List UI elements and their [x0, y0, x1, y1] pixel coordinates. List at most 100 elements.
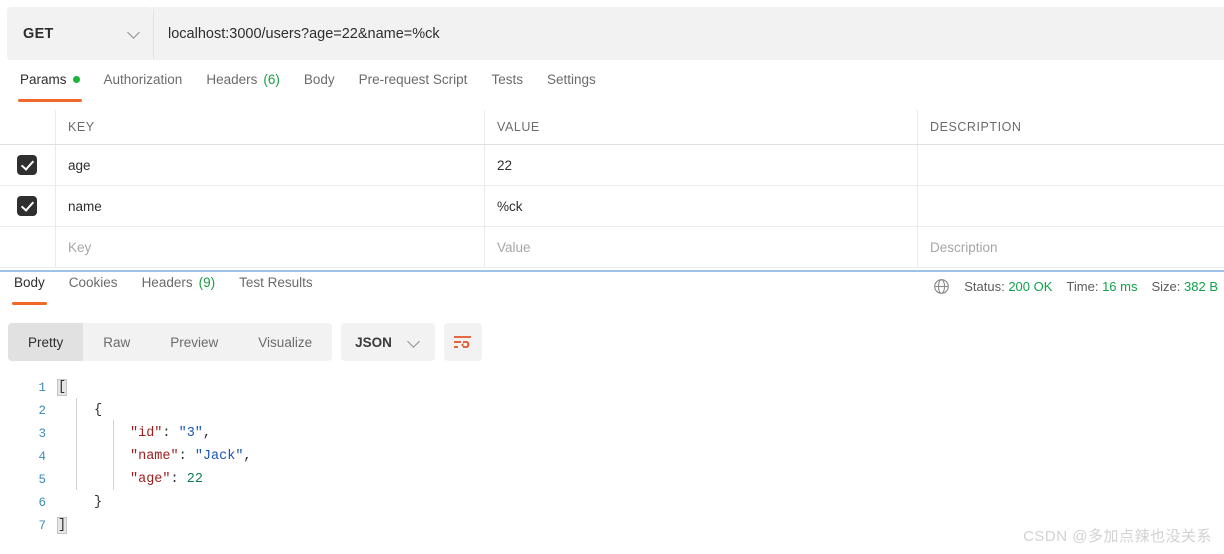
- param-value-cell[interactable]: %ck: [485, 186, 918, 226]
- url-input[interactable]: localhost:3000/users?age=22&name=%ck: [153, 7, 1224, 60]
- word-wrap-button[interactable]: [443, 323, 482, 361]
- line-number: 6: [38, 495, 46, 510]
- code-line: 1[: [0, 376, 1224, 399]
- code-token: ,: [202, 426, 212, 441]
- param-enabled-checkbox[interactable]: [17, 196, 37, 216]
- param-value: %ck: [497, 198, 523, 214]
- request-tab-headers[interactable]: Headers (6): [194, 70, 292, 102]
- language-label: JSON: [355, 334, 392, 350]
- watermark: CSDN @多加点辣也没关系: [1023, 528, 1212, 545]
- param-value: 22: [497, 157, 513, 173]
- format-tab-pretty[interactable]: Pretty: [8, 323, 84, 361]
- tab-label: Tests: [491, 72, 523, 87]
- param-key-placeholder-cell[interactable]: Key: [55, 227, 485, 267]
- code-line: 6}: [0, 491, 1224, 514]
- param-row-empty: Key Value Description: [0, 227, 1224, 268]
- code-token: [: [56, 379, 68, 396]
- code-line: 5 "age": 22: [0, 468, 1224, 491]
- param-key-placeholder: Key: [68, 239, 92, 255]
- line-number: 4: [38, 449, 46, 464]
- code-line: 2{: [0, 399, 1224, 422]
- param-description-cell[interactable]: [918, 145, 1224, 185]
- format-tab-raw[interactable]: Raw: [83, 323, 150, 361]
- time-label: Time: 16 ms: [1066, 279, 1138, 294]
- code-token: ,: [243, 449, 252, 464]
- code-text: [: [56, 379, 68, 396]
- code-token: }: [94, 495, 103, 510]
- param-key-cell[interactable]: name: [55, 186, 485, 226]
- code-text: ]: [56, 517, 68, 534]
- code-token: :: [178, 449, 195, 464]
- request-tab-authorization[interactable]: Authorization: [92, 70, 195, 102]
- modified-dot-icon: [72, 76, 80, 83]
- header-checkbox-cell: [0, 107, 55, 148]
- code-token: "id": [130, 426, 163, 441]
- request-tab-body[interactable]: Body: [292, 70, 347, 102]
- response-tab-body[interactable]: Body: [2, 273, 57, 305]
- tab-label: Body: [303, 72, 335, 87]
- tab-label: Headers: [206, 72, 258, 87]
- param-key-cell[interactable]: age: [55, 145, 485, 185]
- code-token: "name": [130, 449, 179, 464]
- code-token: "3": [178, 426, 203, 441]
- globe-icon: [934, 279, 950, 294]
- format-tab-visualize[interactable]: Visualize: [238, 323, 332, 361]
- line-number: 1: [38, 380, 46, 395]
- format-tab-preview[interactable]: Preview: [150, 323, 238, 361]
- size-label: Size: 382 B: [1151, 279, 1218, 294]
- column-header-key: KEY: [68, 120, 95, 134]
- column-header-value: VALUE: [497, 120, 540, 134]
- param-checkbox-cell: [0, 145, 55, 186]
- code-token: "Jack": [194, 449, 244, 464]
- line-number: 3: [38, 426, 46, 441]
- code-text: "age": 22: [58, 472, 203, 487]
- param-value-cell[interactable]: 22: [485, 145, 918, 185]
- size-value: 382 B: [1184, 279, 1218, 294]
- code-token: :: [162, 426, 179, 441]
- code-text: "name": "Jack",: [58, 449, 252, 464]
- response-tab-test-results[interactable]: Test Results: [227, 273, 325, 305]
- request-tab-pre-request-script[interactable]: Pre-request Script: [347, 70, 480, 102]
- language-select[interactable]: JSON: [341, 323, 435, 361]
- word-wrap-icon: [454, 336, 472, 348]
- pane-splitter[interactable]: [0, 270, 1224, 272]
- param-description-cell[interactable]: [918, 186, 1224, 226]
- code-token: {: [94, 403, 103, 418]
- tab-count-badge: (6): [263, 72, 280, 87]
- http-method-select[interactable]: GET: [7, 7, 153, 60]
- params-table: KEY VALUE DESCRIPTION age 22 name %ck Key Val…: [0, 110, 1224, 268]
- request-url-bar: GET localhost:3000/users?age=22&name=%ck: [0, 0, 1224, 67]
- param-key: name: [68, 198, 102, 214]
- response-tab-cookies[interactable]: Cookies: [57, 273, 130, 305]
- line-number: 7: [38, 518, 46, 533]
- param-row: age 22: [0, 145, 1224, 186]
- param-value-placeholder: Value: [497, 239, 531, 255]
- param-checkbox-cell: [0, 227, 55, 268]
- request-tab-settings[interactable]: Settings: [535, 70, 608, 102]
- tab-label: Cookies: [68, 275, 118, 290]
- tab-count-badge: (9): [198, 275, 216, 290]
- param-value-placeholder-cell[interactable]: Value: [485, 227, 918, 267]
- response-tab-headers[interactable]: Headers (9): [130, 273, 228, 305]
- line-number: 2: [38, 403, 46, 418]
- chevron-down-icon: [408, 336, 421, 349]
- format-segmented-control: Pretty Raw Preview Visualize: [8, 323, 333, 361]
- code-token: ]: [56, 517, 68, 534]
- code-line: 3 "id": "3",: [0, 422, 1224, 445]
- param-key: age: [68, 157, 91, 173]
- request-tab-params[interactable]: Params: [8, 70, 92, 102]
- param-enabled-checkbox[interactable]: [17, 155, 37, 175]
- column-header-description: DESCRIPTION: [930, 120, 1022, 134]
- param-checkbox-cell: [0, 186, 55, 227]
- param-description-placeholder: Description: [930, 239, 998, 255]
- code-token: "age": [130, 472, 171, 487]
- code-token: 22: [186, 472, 203, 487]
- tab-label: Headers: [141, 275, 193, 290]
- request-tab-tests[interactable]: Tests: [479, 70, 535, 102]
- tab-label: Authorization: [103, 72, 183, 87]
- param-description-placeholder-cell[interactable]: Description: [918, 227, 1224, 267]
- code-text: {: [58, 403, 102, 418]
- http-method-label: GET: [23, 25, 54, 42]
- tab-label: Test Results: [239, 275, 313, 290]
- response-format-toolbar: Pretty Raw Preview Visualize JSON: [8, 323, 482, 361]
